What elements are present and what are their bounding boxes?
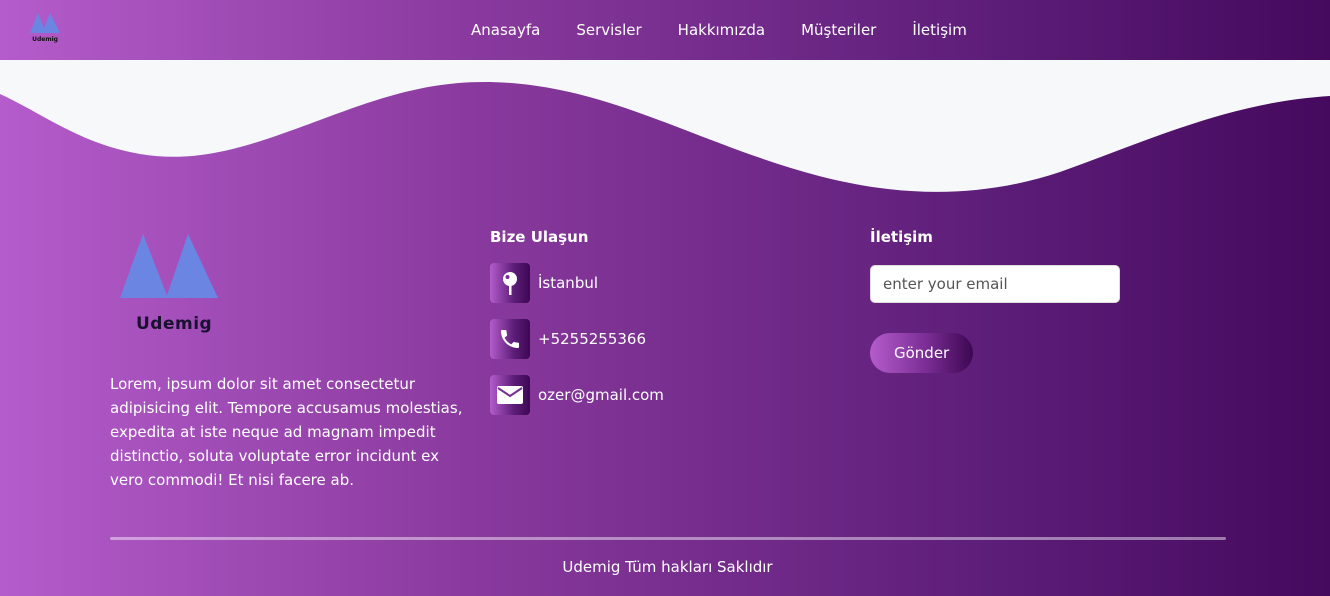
brand-logo: Udemig: [114, 230, 234, 340]
brand-description: Lorem, ipsum dolor sit amet consectetur …: [110, 375, 463, 489]
send-button[interactable]: Gönder: [870, 333, 974, 373]
contact-phone-text: +5255255366: [538, 330, 647, 348]
map-pin-icon: [490, 263, 530, 303]
brand-name: Udemig: [136, 314, 213, 334]
subscribe-column: İletişim Gönder: [870, 228, 1130, 373]
footer-divider: [110, 537, 1226, 540]
contact-item-location: İstanbul: [490, 263, 790, 303]
footer: Udemig Lorem, ipsum dolor sit amet conse…: [0, 200, 1330, 596]
contact-column: Bize Ulaşun İstanbul +5255255366 ozer@gm…: [490, 228, 790, 431]
copyright-text: Udemig Tüm hakları Saklıdır: [562, 558, 773, 576]
nav-logo-text: Udemig: [32, 36, 58, 43]
nav-link-services[interactable]: Servisler: [558, 21, 659, 39]
nav-link-contact[interactable]: İletişim: [894, 21, 984, 39]
envelope-icon: [490, 375, 530, 415]
email-input[interactable]: [870, 265, 1120, 303]
phone-icon: [490, 319, 530, 359]
nav-logo[interactable]: Udemig: [28, 10, 64, 46]
logo-mark-icon: [30, 13, 60, 33]
subscribe-title: İletişim: [870, 228, 933, 246]
nav-menu: Anasayfa Servisler Hakkımızda Müşteriler…: [453, 0, 985, 60]
contact-title: Bize Ulaşun: [490, 228, 589, 246]
brand-logo-mark-icon: [120, 234, 218, 298]
nav-link-customers[interactable]: Müşteriler: [783, 21, 894, 39]
contact-location-text: İstanbul: [538, 274, 599, 292]
brand-column: Udemig Lorem, ipsum dolor sit amet conse…: [110, 230, 465, 492]
navbar: Udemig Anasayfa Servisler Hakkımızda Müş…: [0, 0, 1330, 60]
nav-link-home[interactable]: Anasayfa: [453, 21, 558, 39]
contact-item-phone: +5255255366: [490, 319, 790, 359]
wave-divider: [0, 60, 1330, 192]
contact-item-email: ozer@gmail.com: [490, 375, 790, 415]
contact-email-text: ozer@gmail.com: [538, 386, 664, 404]
nav-link-about[interactable]: Hakkımızda: [660, 21, 783, 39]
